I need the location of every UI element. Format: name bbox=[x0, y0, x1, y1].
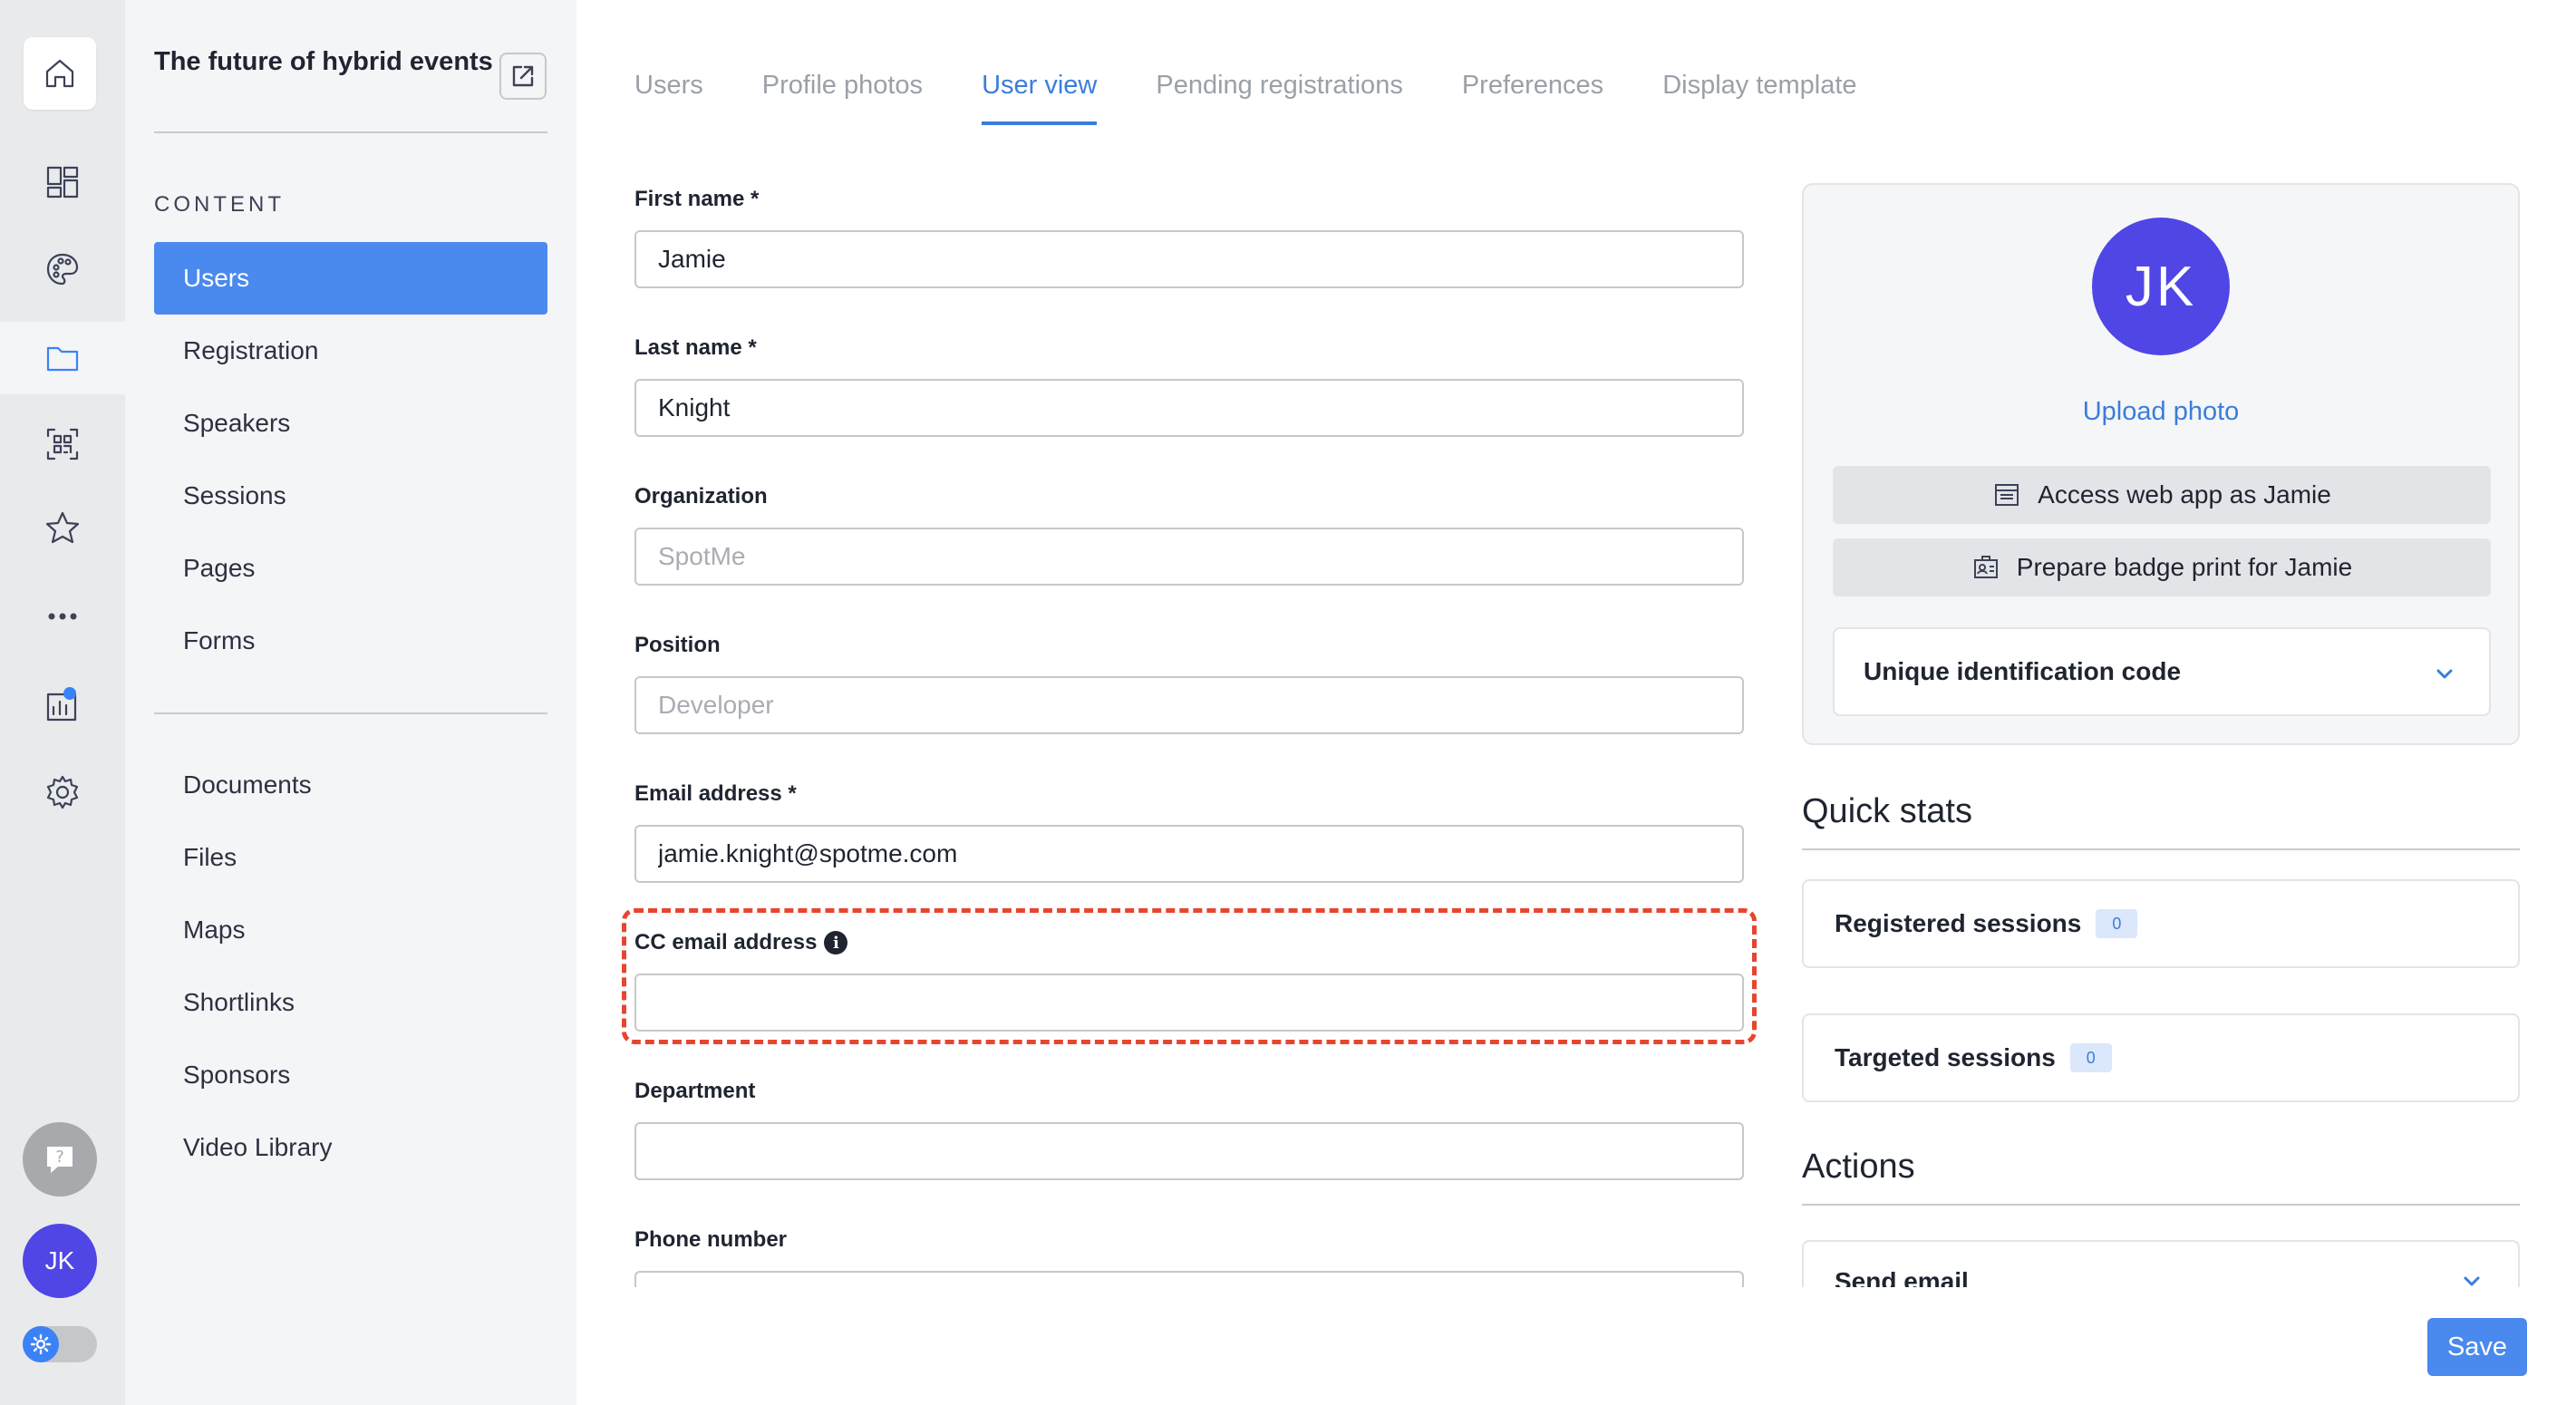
divider bbox=[154, 712, 547, 714]
unique-id-dropdown[interactable]: Unique identification code bbox=[1833, 627, 2491, 716]
position-field[interactable] bbox=[634, 676, 1744, 734]
user-avatar[interactable]: JK bbox=[23, 1224, 97, 1298]
sidebar-item-forms[interactable]: Forms bbox=[154, 605, 547, 677]
email-label: Email address * bbox=[634, 781, 797, 806]
divider bbox=[1802, 1204, 2520, 1206]
last-name-field[interactable] bbox=[634, 379, 1744, 437]
sidebar-item-video-library[interactable]: Video Library bbox=[154, 1111, 547, 1184]
more-icon bbox=[48, 613, 77, 620]
sidebar-item-registration[interactable]: Registration bbox=[154, 315, 547, 387]
sidebar-item-files[interactable]: Files bbox=[154, 821, 547, 894]
count-badge: 0 bbox=[2069, 1043, 2112, 1072]
targeted-sessions-card[interactable]: Targeted sessions 0 bbox=[1802, 1013, 2520, 1102]
send-email-dropdown[interactable]: Send email bbox=[1802, 1240, 2520, 1287]
divider bbox=[154, 131, 547, 133]
tab-display-template[interactable]: Display template bbox=[1662, 71, 1856, 125]
upload-photo-link[interactable]: Upload photo bbox=[1802, 397, 2520, 427]
open-event-button[interactable] bbox=[499, 53, 547, 100]
tab-bar: Users Profile photos User view Pending r… bbox=[634, 71, 1916, 125]
count-badge: 0 bbox=[2096, 909, 2138, 938]
sidebar-item-users[interactable]: Users bbox=[154, 242, 547, 315]
unique-id-label: Unique identification code bbox=[1864, 657, 2182, 685]
save-button[interactable]: Save bbox=[2427, 1318, 2527, 1376]
help-button[interactable]: ? bbox=[23, 1122, 97, 1197]
dashboard-icon bbox=[46, 166, 79, 199]
sun-icon bbox=[23, 1326, 59, 1362]
tab-profile-photos[interactable]: Profile photos bbox=[762, 71, 923, 125]
analytics-button[interactable] bbox=[0, 669, 125, 741]
content-sidebar: The future of hybrid events CONTENT User… bbox=[125, 0, 576, 1405]
qr-button[interactable] bbox=[0, 408, 125, 480]
sidebar-item-maps[interactable]: Maps bbox=[154, 894, 547, 966]
browser-icon bbox=[1995, 484, 2019, 506]
prepare-badge-button[interactable]: Prepare badge print for Jamie bbox=[1833, 538, 2491, 596]
home-button[interactable] bbox=[24, 37, 96, 110]
tab-preferences[interactable]: Preferences bbox=[1462, 71, 1603, 125]
quick-stats-heading: Quick stats bbox=[1802, 792, 1972, 830]
targeted-sessions-label: Targeted sessions bbox=[1835, 1043, 2056, 1071]
info-icon[interactable]: i bbox=[824, 931, 848, 954]
phone-label: Phone number bbox=[634, 1227, 788, 1252]
more-button[interactable] bbox=[0, 580, 125, 653]
content-button[interactable] bbox=[0, 322, 125, 394]
department-field[interactable] bbox=[634, 1122, 1744, 1180]
organization-label: Organization bbox=[634, 484, 768, 509]
access-web-app-button[interactable]: Access web app as Jamie bbox=[1833, 466, 2491, 524]
home-icon bbox=[45, 59, 74, 88]
favorites-button[interactable] bbox=[0, 492, 125, 565]
svg-text:?: ? bbox=[55, 1148, 64, 1167]
design-button[interactable] bbox=[0, 233, 125, 305]
folder-icon bbox=[46, 346, 79, 372]
department-label: Department bbox=[634, 1079, 756, 1103]
access-web-app-label: Access web app as Jamie bbox=[2038, 480, 2331, 509]
first-name-field[interactable] bbox=[634, 230, 1744, 288]
section-label: CONTENT bbox=[154, 192, 285, 217]
help-icon: ? bbox=[47, 1147, 73, 1173]
settings-button[interactable] bbox=[0, 756, 125, 828]
sidebar-item-documents[interactable]: Documents bbox=[154, 749, 547, 821]
first-name-label: First name * bbox=[634, 187, 760, 211]
chevron-down-icon bbox=[2460, 1269, 2484, 1287]
star-icon bbox=[45, 511, 80, 544]
theme-toggle[interactable] bbox=[23, 1326, 97, 1362]
organization-field[interactable] bbox=[634, 528, 1744, 586]
analytics-icon bbox=[46, 693, 77, 722]
sidebar-item-speakers[interactable]: Speakers bbox=[154, 387, 547, 460]
sidebar-item-pages[interactable]: Pages bbox=[154, 532, 547, 605]
position-label: Position bbox=[634, 633, 721, 657]
send-email-label: Send email bbox=[1835, 1267, 1969, 1287]
email-field[interactable] bbox=[634, 825, 1744, 883]
prepare-badge-label: Prepare badge print for Jamie bbox=[2016, 553, 2353, 581]
icon-rail: ? JK bbox=[0, 0, 125, 1405]
registered-sessions-label: Registered sessions bbox=[1835, 909, 2082, 937]
external-link-icon bbox=[512, 65, 534, 87]
chevron-down-icon bbox=[2433, 662, 2456, 685]
footer-bar bbox=[576, 1287, 2576, 1405]
tab-user-view[interactable]: User view bbox=[982, 71, 1098, 125]
cc-email-label-text: CC email address bbox=[634, 930, 818, 954]
qr-scan-icon bbox=[46, 428, 79, 460]
registered-sessions-card[interactable]: Registered sessions 0 bbox=[1802, 879, 2520, 968]
gear-icon bbox=[46, 775, 79, 809]
last-name-label: Last name * bbox=[634, 335, 757, 360]
tab-pending-registrations[interactable]: Pending registrations bbox=[1156, 71, 1402, 125]
badge-icon bbox=[1973, 556, 1998, 578]
profile-avatar: JK bbox=[2092, 218, 2230, 355]
sidebar-item-shortlinks[interactable]: Shortlinks bbox=[154, 966, 547, 1039]
actions-heading: Actions bbox=[1802, 1148, 1915, 1186]
notification-dot bbox=[63, 687, 76, 700]
palette-icon bbox=[46, 253, 79, 286]
cc-email-label: CC email address i bbox=[634, 930, 848, 955]
sidebar-item-sessions[interactable]: Sessions bbox=[154, 460, 547, 532]
event-title: The future of hybrid events bbox=[154, 47, 493, 76]
sidebar-item-sponsors[interactable]: Sponsors bbox=[154, 1039, 547, 1111]
divider bbox=[1802, 848, 2520, 850]
cc-email-field[interactable] bbox=[634, 974, 1744, 1032]
dashboard-button[interactable] bbox=[0, 146, 125, 218]
tab-users[interactable]: Users bbox=[634, 71, 703, 125]
